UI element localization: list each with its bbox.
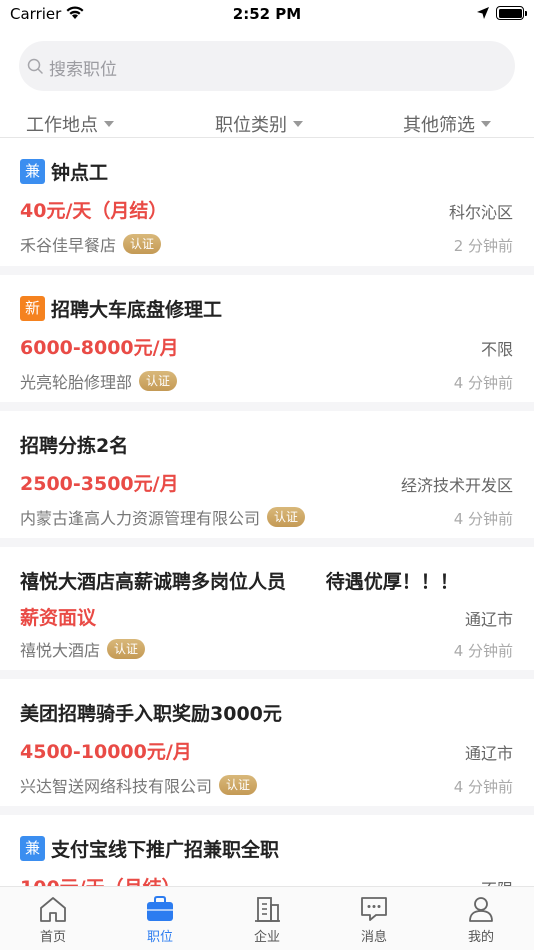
job-list[interactable]: 兼 钟点工 40元/天（月结） 科尔沁区 禾谷佳早餐店 认证 2 分钟前 新 招… bbox=[0, 138, 534, 886]
search-icon bbox=[27, 58, 43, 74]
tab-companies[interactable]: 企业 bbox=[227, 895, 307, 945]
tab-companies-label: 企业 bbox=[253, 930, 280, 945]
tab-profile[interactable]: 我的 bbox=[441, 895, 521, 945]
posted-time: 4 分钟前 bbox=[453, 374, 513, 392]
company-name: 禾谷佳早餐店 bbox=[20, 236, 117, 255]
job-title: 美团招聘骑手入职奖励3000元 bbox=[20, 703, 282, 725]
job-card[interactable]: 禧悦大酒店高薪诚聘多岗位人员 待遇优厚！！！ 薪资面议 通辽市 禧悦大酒店 认证… bbox=[0, 547, 534, 679]
filter-bar: 工作地点 职位类别 其他筛选 bbox=[0, 108, 534, 138]
company-name: 禧悦大酒店 bbox=[20, 641, 101, 660]
battery-icon bbox=[496, 6, 527, 20]
verified-badge: 认证 bbox=[219, 775, 258, 795]
briefcase-icon bbox=[147, 896, 173, 921]
caret-down-icon bbox=[104, 121, 114, 127]
clock: 2:52 PM bbox=[232, 5, 302, 23]
job-location: 科尔沁区 bbox=[448, 203, 513, 222]
tab-messages-label: 消息 bbox=[360, 930, 387, 945]
filter-category-label: 职位类别 bbox=[215, 115, 287, 136]
building-icon bbox=[255, 897, 280, 922]
job-location: 通辽市 bbox=[464, 610, 513, 629]
job-location: 不限 bbox=[480, 340, 513, 359]
search-input[interactable]: 搜索职位 bbox=[19, 41, 515, 91]
job-salary: 100元/天（月结） bbox=[20, 873, 181, 886]
verified-badge: 认证 bbox=[107, 639, 146, 659]
job-salary: 4500-10000元/月 bbox=[20, 741, 192, 763]
tab-jobs-label: 职位 bbox=[146, 930, 173, 945]
job-salary: 2500-3500元/月 bbox=[20, 473, 179, 495]
new-badge: 新 bbox=[20, 296, 45, 321]
company-name: 兴达智送网络科技有限公司 bbox=[20, 777, 213, 796]
verified-badge: 认证 bbox=[139, 371, 178, 391]
verified-badge: 认证 bbox=[123, 234, 162, 254]
filter-other-label: 其他筛选 bbox=[403, 115, 475, 136]
part-time-badge: 兼 bbox=[20, 159, 45, 184]
tab-profile-label: 我的 bbox=[467, 930, 494, 945]
posted-time: 2 分钟前 bbox=[453, 237, 513, 255]
caret-down-icon bbox=[481, 121, 491, 127]
company-name: 光亮轮胎修理部 bbox=[20, 373, 133, 392]
tab-messages[interactable]: 消息 bbox=[334, 895, 414, 945]
job-card[interactable]: 招聘分拣2名 2500-3500元/月 经济技术开发区 内蒙古逢高人力资源管理有… bbox=[0, 411, 534, 547]
tab-home[interactable]: 首页 bbox=[13, 895, 93, 945]
posted-time: 4 分钟前 bbox=[453, 510, 513, 528]
job-card[interactable]: 兼 支付宝线下推广招兼职全职 100元/天（月结） 不限 bbox=[0, 815, 534, 886]
caret-down-icon bbox=[293, 121, 303, 127]
job-salary: 6000-8000元/月 bbox=[20, 337, 179, 359]
job-salary: 薪资面议 bbox=[20, 607, 97, 629]
job-title: 支付宝线下推广招兼职全职 bbox=[51, 839, 280, 861]
posted-time: 4 分钟前 bbox=[453, 778, 513, 796]
tab-bar: 首页 职位 企业 消息 我的 bbox=[0, 886, 534, 950]
tab-home-label: 首页 bbox=[39, 930, 66, 945]
filter-location-label: 工作地点 bbox=[26, 115, 98, 136]
job-card[interactable]: 美团招聘骑手入职奖励3000元 4500-10000元/月 通辽市 兴达智送网络… bbox=[0, 679, 534, 815]
location-arrow-icon bbox=[477, 7, 489, 19]
job-title: 招聘大车底盘修理工 bbox=[51, 299, 223, 321]
company-name: 内蒙古逢高人力资源管理有限公司 bbox=[20, 509, 261, 528]
filter-category[interactable]: 职位类别 bbox=[215, 111, 303, 137]
job-title: 招聘分拣2名 bbox=[20, 435, 129, 457]
job-title: 钟点工 bbox=[51, 162, 109, 184]
verified-badge: 认证 bbox=[267, 507, 306, 527]
filter-location[interactable]: 工作地点 bbox=[26, 111, 114, 137]
job-location: 经济技术开发区 bbox=[400, 476, 513, 495]
message-icon bbox=[361, 897, 387, 921]
job-location: 不限 bbox=[481, 876, 513, 886]
status-bar: Carrier 2:52 PM bbox=[0, 0, 534, 30]
search-placeholder: 搜索职位 bbox=[49, 60, 117, 80]
job-card[interactable]: 兼 钟点工 40元/天（月结） 科尔沁区 禾谷佳早餐店 认证 2 分钟前 bbox=[0, 138, 534, 275]
tab-jobs[interactable]: 职位 bbox=[120, 895, 200, 945]
job-salary: 40元/天（月结） bbox=[20, 200, 168, 222]
job-location: 通辽市 bbox=[464, 744, 513, 763]
job-title: 禧悦大酒店高薪诚聘多岗位人员 待遇优厚！！！ bbox=[20, 571, 459, 593]
part-time-badge: 兼 bbox=[20, 836, 45, 861]
profile-icon bbox=[469, 897, 493, 922]
job-card[interactable]: 新 招聘大车底盘修理工 6000-8000元/月 不限 光亮轮胎修理部 认证 4… bbox=[0, 275, 534, 411]
posted-time: 4 分钟前 bbox=[453, 642, 513, 660]
home-icon bbox=[40, 897, 66, 922]
filter-other[interactable]: 其他筛选 bbox=[403, 111, 491, 137]
